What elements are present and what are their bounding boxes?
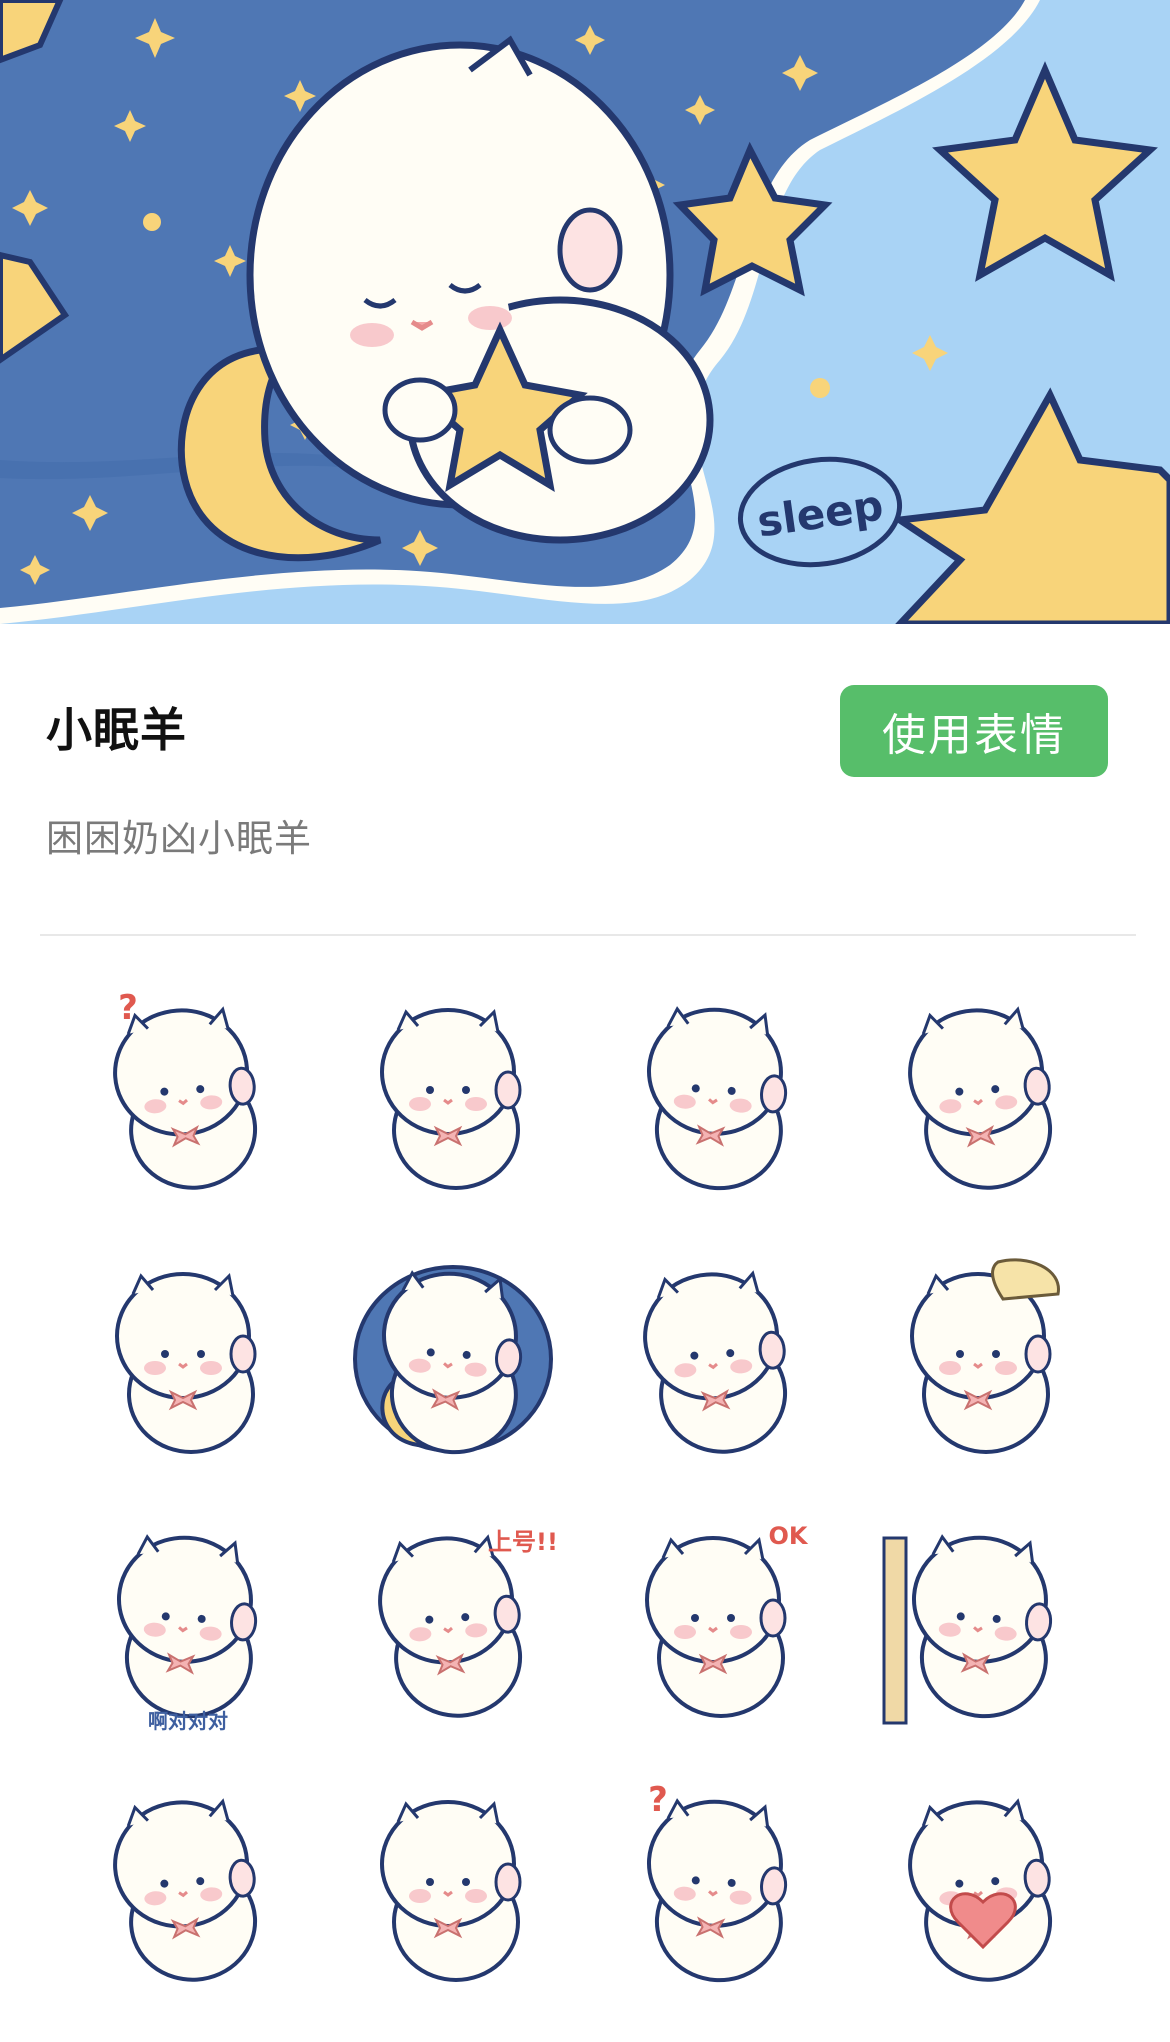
sheep-sticker-icon [910, 1258, 1060, 1454]
sticker-phone[interactable]: ? [613, 1780, 823, 1992]
sheep-sticker-icon [353, 1265, 553, 1455]
sticker-sign[interactable] [878, 1254, 1088, 1464]
sticker-peek[interactable] [878, 1518, 1088, 1728]
sticker-grin[interactable] [878, 990, 1088, 1200]
sheep-sticker-icon [908, 1006, 1053, 1190]
sticker-caption: ? [118, 988, 138, 1028]
sticker-caption: 上号!! [488, 1528, 558, 1556]
sticker-sweat[interactable] [83, 1254, 293, 1464]
sticker-knife[interactable] [348, 990, 558, 1200]
sheep-sticker-icon [380, 1008, 522, 1190]
sticker-camera[interactable] [348, 1782, 558, 1992]
sticker-caption: OK [768, 1522, 808, 1550]
sticker-turn-away[interactable] [83, 1782, 293, 1992]
sheep-sticker-icon [380, 1800, 522, 1982]
sticker-caption: 啊对对对 [148, 1709, 228, 1733]
sticker-wink[interactable] [613, 990, 823, 1200]
pack-info: 小眠羊 使用表情 困困奶凶小眠羊 [0, 624, 1170, 934]
sheep-sticker-icon [115, 1272, 257, 1454]
sheep-sticker-icon [116, 1534, 258, 1719]
pack-description: 困困奶凶小眠羊 [46, 817, 312, 860]
sticker-megaphone[interactable]: 上号!! [348, 1518, 558, 1728]
divider [40, 934, 1136, 936]
sheep-sticker-icon [643, 1270, 788, 1454]
sticker-cover-mouth[interactable] [613, 1254, 823, 1464]
sticker-ok[interactable]: OK [613, 1518, 823, 1728]
sticker-caption: ? [648, 1780, 668, 1820]
sheep-sticker-icon [646, 1006, 788, 1191]
use-sticker-button[interactable]: 使用表情 [840, 685, 1108, 777]
banner-art: sleep [0, 0, 1170, 624]
banner-illustration: sleep [0, 0, 1170, 624]
sticker-broken-heart[interactable] [878, 1782, 1088, 1992]
sheep-sticker-icon [908, 1798, 1053, 1982]
sticker-sleep-moon[interactable] [348, 1254, 558, 1464]
sticker-yes-yes[interactable]: 啊对对对 [83, 1518, 293, 1733]
sheep-sticker-icon [113, 1798, 258, 1982]
sticker-confused[interactable]: ? [83, 988, 293, 1200]
sheep-sticker-icon [882, 1534, 1053, 1725]
pack-title: 小眠羊 [46, 703, 187, 757]
